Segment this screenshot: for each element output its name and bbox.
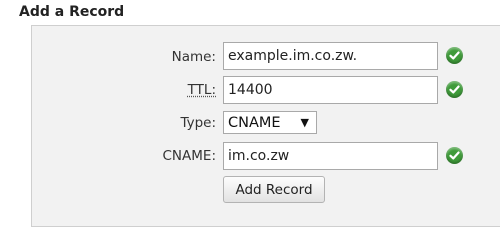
- type-select[interactable]: CNAME ▼: [223, 111, 317, 134]
- ttl-input[interactable]: [223, 76, 438, 104]
- add-record-button[interactable]: Add Record: [223, 176, 325, 203]
- type-select-value: CNAME: [228, 114, 281, 131]
- cname-label: CNAME:: [162, 148, 217, 164]
- name-label: Name:: [171, 49, 216, 65]
- ttl-label: TTL:: [187, 82, 216, 98]
- type-label: Type:: [180, 115, 216, 131]
- ttl-valid-check-icon: [446, 81, 463, 98]
- name-valid-check-icon: [446, 47, 463, 64]
- name-input[interactable]: [223, 42, 438, 70]
- caret-down-icon: ▼: [300, 116, 309, 129]
- cname-input[interactable]: [223, 142, 438, 170]
- cname-valid-check-icon: [446, 147, 463, 164]
- section-title: Add a Record: [19, 4, 125, 20]
